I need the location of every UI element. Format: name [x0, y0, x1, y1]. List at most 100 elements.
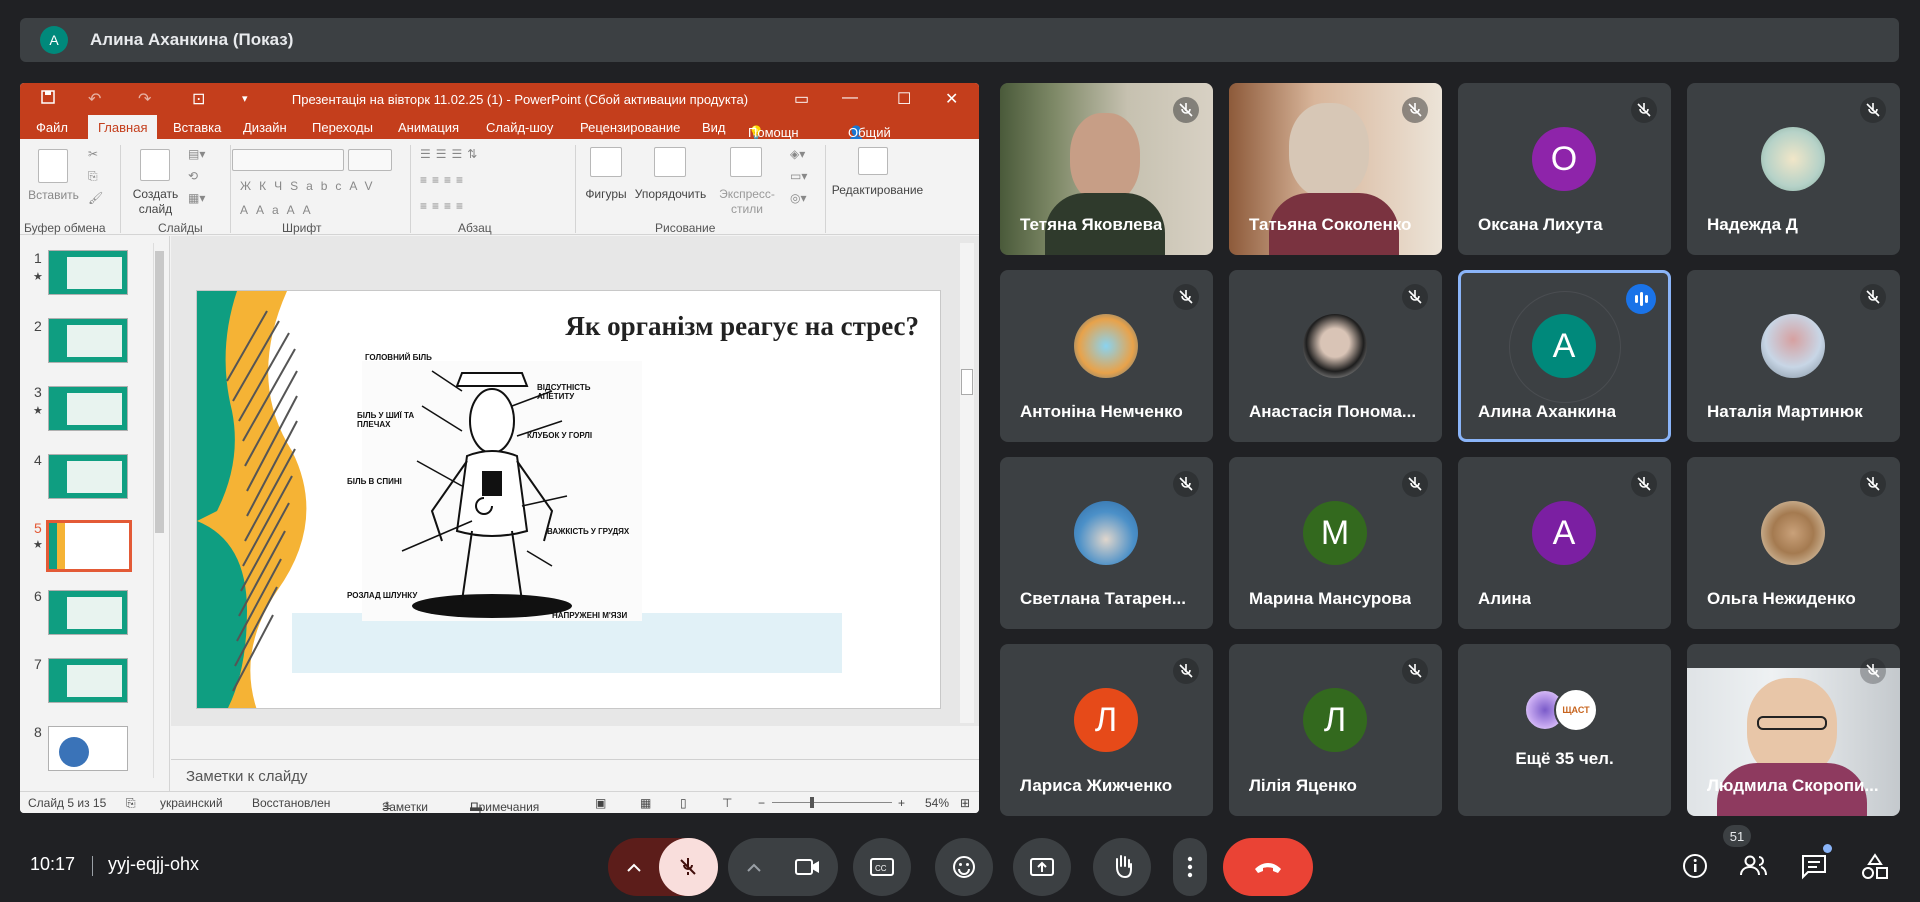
customize-icon[interactable]: ▾ [242, 92, 248, 105]
slideshow-view-icon[interactable]: ⊤ [722, 796, 732, 810]
zoom-slider[interactable] [772, 797, 892, 808]
slide-thumbnail-3[interactable] [48, 386, 128, 431]
slide-thumbnail-2[interactable] [48, 318, 128, 363]
font-name-field[interactable] [232, 149, 344, 171]
zoom-level[interactable]: 54% [925, 796, 949, 810]
arrange-button[interactable]: Упорядочить [628, 187, 713, 202]
reading-view-icon[interactable]: ▯ [680, 796, 687, 810]
tab-review[interactable]: Рецензирование [580, 120, 680, 135]
indent-icons[interactable]: ≡≡≡≡ [420, 173, 468, 187]
group-clipboard: Буфер обмена [24, 221, 106, 235]
activities-icon[interactable] [1860, 852, 1890, 882]
fit-slide-icon[interactable]: ⊞ [960, 796, 970, 810]
redo-icon[interactable]: ↷ [138, 89, 151, 109]
font-format-icons[interactable]: ЖКЧSabcAV [240, 179, 381, 193]
participant-tile[interactable]: Татьяна Соколенко [1229, 83, 1442, 255]
tab-transitions[interactable]: Переходы [312, 120, 373, 135]
participant-tile[interactable]: Ольга Нежиденко [1687, 457, 1900, 629]
reactions-button[interactable] [935, 838, 993, 896]
font-color-icons[interactable]: AAaAA [240, 203, 319, 217]
participant-tile[interactable]: Надежда Д [1687, 83, 1900, 255]
align-icons[interactable]: ≡≡≡≡ [420, 199, 468, 213]
fill-icon[interactable]: ◈▾ [790, 147, 805, 161]
slide-thumbnail-1[interactable] [48, 250, 128, 295]
info-icon[interactable] [1681, 852, 1709, 880]
notes-pane[interactable]: Заметки к слайду [171, 759, 979, 791]
sorter-view-icon[interactable]: ▦ [640, 796, 651, 810]
slide-thumbnail-7[interactable] [48, 658, 128, 703]
more-participants-tile[interactable]: ЩАСТ Ещё 35 чел. [1458, 644, 1671, 816]
raise-hand-button[interactable] [1093, 838, 1151, 896]
participant-tile[interactable]: Людмила Скоропи... [1687, 644, 1900, 816]
participant-tile[interactable]: Л Лариса Жижченко [1000, 644, 1213, 816]
ribbon-display-icon[interactable]: ▭ [794, 89, 809, 109]
slide-number: 1 [34, 250, 42, 266]
tab-home[interactable]: Главная [88, 115, 158, 139]
participant-tile[interactable]: Анастасія Понома... [1229, 270, 1442, 442]
paste-icon[interactable] [38, 149, 68, 183]
save-icon[interactable] [40, 89, 56, 110]
hangup-button[interactable] [1223, 838, 1313, 896]
shapes-button[interactable]: Фигуры [576, 187, 636, 202]
participant-tile[interactable]: О Оксана Лихута [1458, 83, 1671, 255]
presenter-view-icon[interactable]: ⊡ [192, 89, 205, 109]
participant-tile[interactable]: Наталія Мартинюк [1687, 270, 1900, 442]
normal-view-icon[interactable]: ▣ [595, 796, 606, 810]
participant-tile[interactable]: Тетяна Яковлева [1000, 83, 1213, 255]
zoom-out-icon[interactable]: − [758, 796, 765, 810]
quick-styles-button[interactable]: Экспресс-стили [712, 187, 782, 217]
tab-slideshow[interactable]: Слайд-шоу [486, 120, 553, 135]
shapes-icon[interactable] [590, 147, 622, 177]
search-icon[interactable] [858, 147, 888, 175]
quick-styles-icon[interactable] [730, 147, 762, 177]
tab-view[interactable]: Вид [702, 120, 726, 135]
section-icon[interactable]: ▦▾ [188, 191, 205, 205]
font-size-field[interactable] [348, 149, 392, 171]
format-painter-icon[interactable]: 🖌 [88, 191, 103, 205]
zoom-in-icon[interactable]: + [898, 796, 905, 810]
arrange-icon[interactable] [654, 147, 686, 177]
slide-thumbnail-8[interactable] [48, 726, 128, 771]
layout-icon[interactable]: ▤▾ [188, 147, 205, 161]
spellcheck-icon[interactable]: ⎘ [126, 796, 136, 811]
participant-tile-speaking[interactable]: А Алина Аханкина [1458, 270, 1671, 442]
new-slide-button[interactable]: Создать слайд [128, 187, 183, 217]
editing-button[interactable]: Редактирование [830, 183, 925, 198]
participant-tile[interactable]: Антоніна Немченко [1000, 270, 1213, 442]
tab-insert[interactable]: Вставка [173, 120, 221, 135]
minimize-icon[interactable]: — [842, 89, 858, 107]
new-slide-icon[interactable] [140, 149, 170, 181]
close-icon[interactable]: ✕ [945, 89, 958, 109]
mic-toggle-button[interactable] [659, 838, 718, 896]
people-icon[interactable] [1739, 853, 1769, 879]
captions-button[interactable]: CC [853, 838, 911, 896]
slide-thumbnail-4[interactable] [48, 454, 128, 499]
camera-options-button[interactable] [728, 838, 838, 896]
chat-icon[interactable] [1800, 853, 1828, 881]
reset-icon[interactable]: ⟲ [188, 169, 198, 183]
more-options-button[interactable] [1173, 838, 1207, 896]
language[interactable]: украинский [160, 796, 223, 810]
participant-tile[interactable]: Л Лілія Яценко [1229, 644, 1442, 816]
participant-tile[interactable]: Светлана Татарен... [1000, 457, 1213, 629]
cut-icon[interactable]: ✂ [88, 147, 98, 161]
current-slide[interactable]: Як організм реагує на стрес? ГОЛОВНИЙ БІ… [196, 290, 941, 709]
list-icons[interactable]: ☰☰☰⇅ [420, 147, 482, 161]
participant-tile[interactable]: А Алина [1458, 457, 1671, 629]
mic-off-icon [1173, 97, 1199, 123]
slide-thumbnail-6[interactable] [48, 590, 128, 635]
thumbnail-scrollbar[interactable] [153, 243, 165, 778]
tab-design[interactable]: Дизайн [243, 120, 287, 135]
present-button[interactable] [1013, 838, 1071, 896]
tab-file[interactable]: Файл [36, 120, 68, 135]
slide-scrollbar[interactable] [960, 243, 974, 723]
slide-thumbnail-5[interactable] [46, 520, 132, 572]
copy-icon[interactable]: ⎘ [88, 169, 98, 184]
tab-animations[interactable]: Анимация [398, 120, 459, 135]
paste-button[interactable]: Вставить [26, 188, 81, 203]
outline-icon[interactable]: ▭▾ [790, 169, 807, 183]
effects-icon[interactable]: ◎▾ [790, 191, 807, 205]
undo-icon[interactable]: ↶ [88, 89, 101, 109]
participant-tile[interactable]: М Марина Мансурова [1229, 457, 1442, 629]
maximize-icon[interactable]: ☐ [897, 89, 911, 109]
